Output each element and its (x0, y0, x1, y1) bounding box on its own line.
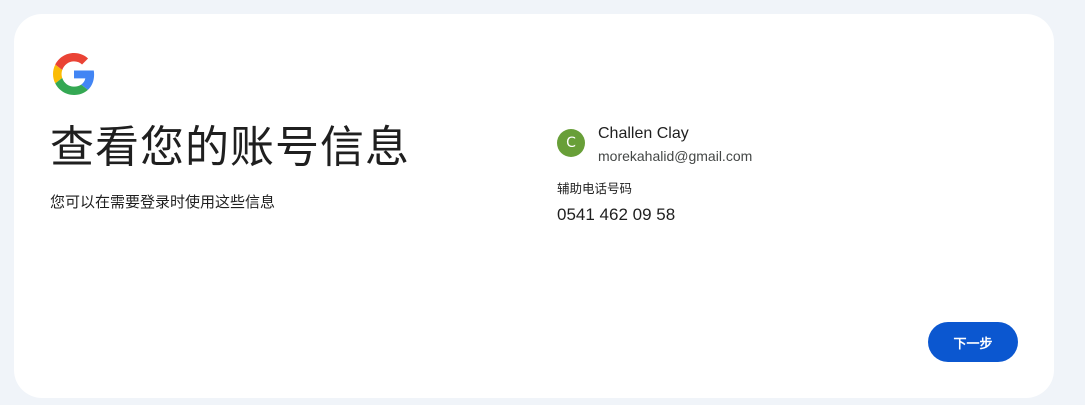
recovery-phone-value: 0541 462 09 58 (557, 205, 676, 224)
account-chip: C Challen Clay morekahalid@gmail.com (557, 122, 857, 170)
account-email: morekahalid@gmail.com (598, 148, 753, 164)
account-name: Challen Clay (598, 125, 689, 142)
account-info-card: 查看您的账号信息 您可以在需要登录时使用这些信息 C Challen Clay … (14, 14, 1054, 398)
recovery-phone-label: 辅助电话号码 (557, 181, 633, 196)
page-title: 查看您的账号信息 (50, 122, 410, 173)
google-logo-icon (53, 53, 95, 95)
next-button[interactable]: 下一步 (928, 322, 1018, 362)
avatar: C (557, 129, 585, 157)
page-subtitle: 您可以在需要登录时使用这些信息 (50, 193, 276, 211)
